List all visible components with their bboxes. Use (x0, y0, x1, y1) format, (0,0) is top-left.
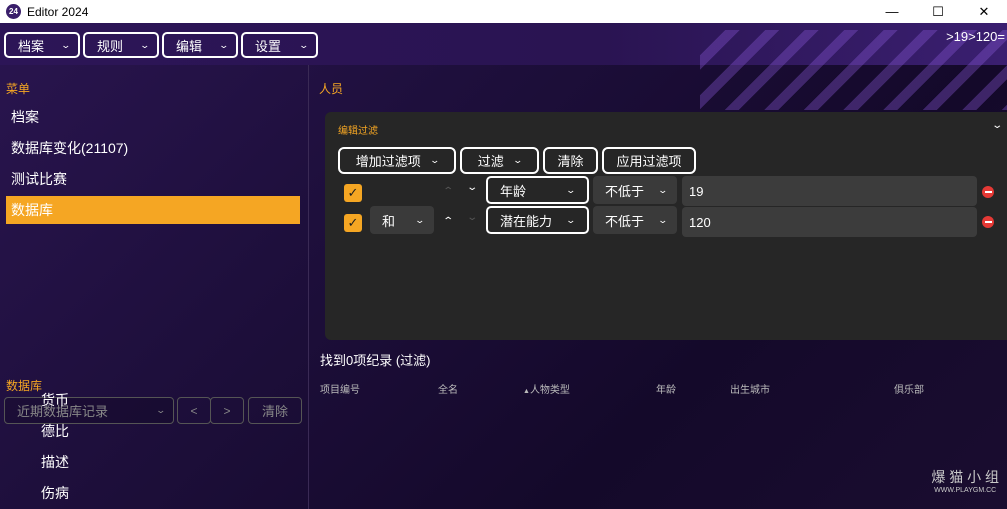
row2-remove-icon[interactable] (982, 216, 994, 228)
menu-file[interactable]: 档案 ⌄ (4, 32, 80, 58)
minimize-button[interactable]: — (869, 0, 915, 23)
row2-operator-dropdown[interactable]: 不低于 ⌄ (593, 206, 677, 234)
row2-logic-dropdown[interactable]: 和 ⌄ (370, 206, 434, 234)
chevron-down-icon[interactable]: ⌄ (991, 120, 1003, 131)
column-header-age[interactable]: 年龄 (656, 381, 676, 396)
menu-settings[interactable]: 设置 ⌄ (241, 32, 318, 58)
column-header-club[interactable]: 俱乐部 (894, 381, 924, 396)
breadcrumb: >19>120= (946, 29, 1005, 44)
chevron-down-icon: ⌄ (565, 184, 577, 195)
column-header-type-label: 人物类型 (529, 385, 570, 396)
db-item-derby[interactable]: 德比 (41, 421, 69, 441)
sidebar-item-database[interactable]: 数据库 (6, 196, 300, 224)
add-filter-button[interactable]: 增加过滤项 ⌄ (338, 147, 456, 174)
clear-filter-button[interactable]: 清除 (543, 147, 598, 174)
menu-rules[interactable]: 规则 ⌄ (83, 32, 159, 58)
row2-operator-label: 不低于 (605, 213, 645, 229)
row1-field-dropdown[interactable]: 年龄 ⌄ (486, 176, 589, 204)
menu-settings-label: 设置 (255, 38, 282, 54)
chevron-down-icon: ⌄ (139, 39, 151, 50)
filter-panel: 编辑过滤 ⌄ 增加过滤项 ⌄ 过滤 ⌄ 清除 应用过滤项 ✓ ⌃ ⌄ 年龄 ⌄ … (325, 112, 1007, 340)
watermark-url: WWW.PLAYGM.CC (934, 487, 997, 494)
chevron-down-icon: ⌄ (657, 184, 669, 195)
maximize-button[interactable]: ☐ (915, 0, 961, 23)
row1-operator-dropdown[interactable]: 不低于 ⌄ (593, 176, 677, 204)
menu-rules-label: 规则 (97, 38, 124, 54)
menu-edit-label: 编辑 (176, 38, 203, 54)
db-list: 货币 德比 描述 伤病 (0, 392, 308, 509)
column-header-id[interactable]: 项目编号 (320, 381, 360, 396)
column-header-city[interactable]: 出生城市 (730, 381, 770, 396)
chevron-down-icon: ⌄ (414, 214, 426, 225)
row1-value-input[interactable]: 19 (682, 176, 977, 206)
row2-checkbox[interactable]: ✓ (344, 214, 362, 232)
row2-value-input[interactable]: 120 (682, 207, 977, 237)
sidebar-item-db-changes[interactable]: 数据库变化(21107) (6, 134, 300, 162)
db-item-description[interactable]: 描述 (41, 452, 69, 472)
chevron-down-icon: ⌄ (512, 155, 523, 165)
column-header-type[interactable]: ▲人物类型 (523, 381, 570, 396)
close-button[interactable]: ✕ (961, 0, 1007, 23)
app-icon: 24 (6, 4, 21, 19)
chevron-down-icon: ⌄ (60, 39, 72, 50)
watermark: 爆 猫 小 组 WWW.PLAYGM.CC (931, 470, 999, 494)
sort-asc-icon: ▲ (523, 388, 530, 395)
sidebar-item-file[interactable]: 档案 (6, 103, 300, 131)
menu-section-title: 菜单 (6, 82, 31, 96)
chevron-up-icon[interactable]: ⌃ (442, 186, 454, 197)
chevron-up-icon[interactable]: ⌃ (442, 216, 454, 227)
chevron-down-icon: ⌄ (218, 39, 230, 50)
row2-field-dropdown[interactable]: 潜在能力 ⌄ (486, 206, 589, 234)
row1-remove-icon[interactable] (982, 186, 994, 198)
chevron-down-icon[interactable]: ⌄ (466, 182, 478, 193)
column-header-name[interactable]: 全名 (438, 381, 458, 396)
row1-checkbox[interactable]: ✓ (344, 184, 362, 202)
row2-logic-label: 和 (382, 213, 396, 229)
apply-filter-button[interactable]: 应用过滤项 (602, 147, 696, 174)
db-item-injury[interactable]: 伤病 (41, 483, 69, 503)
chevron-down-icon[interactable]: ⌄ (466, 212, 478, 223)
sidebar-item-test-match[interactable]: 测试比赛 (6, 165, 300, 193)
row1-field-label: 年龄 (500, 183, 527, 199)
menu-edit[interactable]: 编辑 ⌄ (162, 32, 238, 58)
menu-file-label: 档案 (18, 38, 45, 54)
chevron-down-icon: ⌄ (429, 155, 440, 165)
add-filter-label: 增加过滤项 (355, 154, 421, 169)
chevron-down-icon: ⌄ (657, 214, 669, 225)
chevron-down-icon: ⌄ (565, 214, 577, 225)
results-count: 找到0项纪录 (过滤) (320, 353, 431, 368)
watermark-text: 爆 猫 小 组 (931, 469, 999, 485)
chevron-down-icon: ⌄ (298, 39, 310, 50)
row1-operator-label: 不低于 (605, 183, 645, 199)
sidebar: 菜单 档案 数据库变化(21107) 测试比赛 数据库 近期数据库记录 ⌄ < … (0, 65, 309, 509)
panel-title: 编辑过滤 (338, 126, 378, 137)
filter-button[interactable]: 过滤 ⌄ (460, 147, 539, 174)
menu-bar: 档案 ⌄ 规则 ⌄ 编辑 ⌄ 设置 ⌄ (0, 23, 1007, 65)
window-title: Editor 2024 (27, 4, 89, 19)
db-item-currency[interactable]: 货币 (41, 392, 69, 410)
row2-field-label: 潜在能力 (500, 213, 553, 229)
title-bar: 24 Editor 2024 — ☐ ✕ (0, 0, 1007, 23)
section-title: 人员 (319, 82, 344, 96)
filter-label: 过滤 (477, 154, 504, 169)
